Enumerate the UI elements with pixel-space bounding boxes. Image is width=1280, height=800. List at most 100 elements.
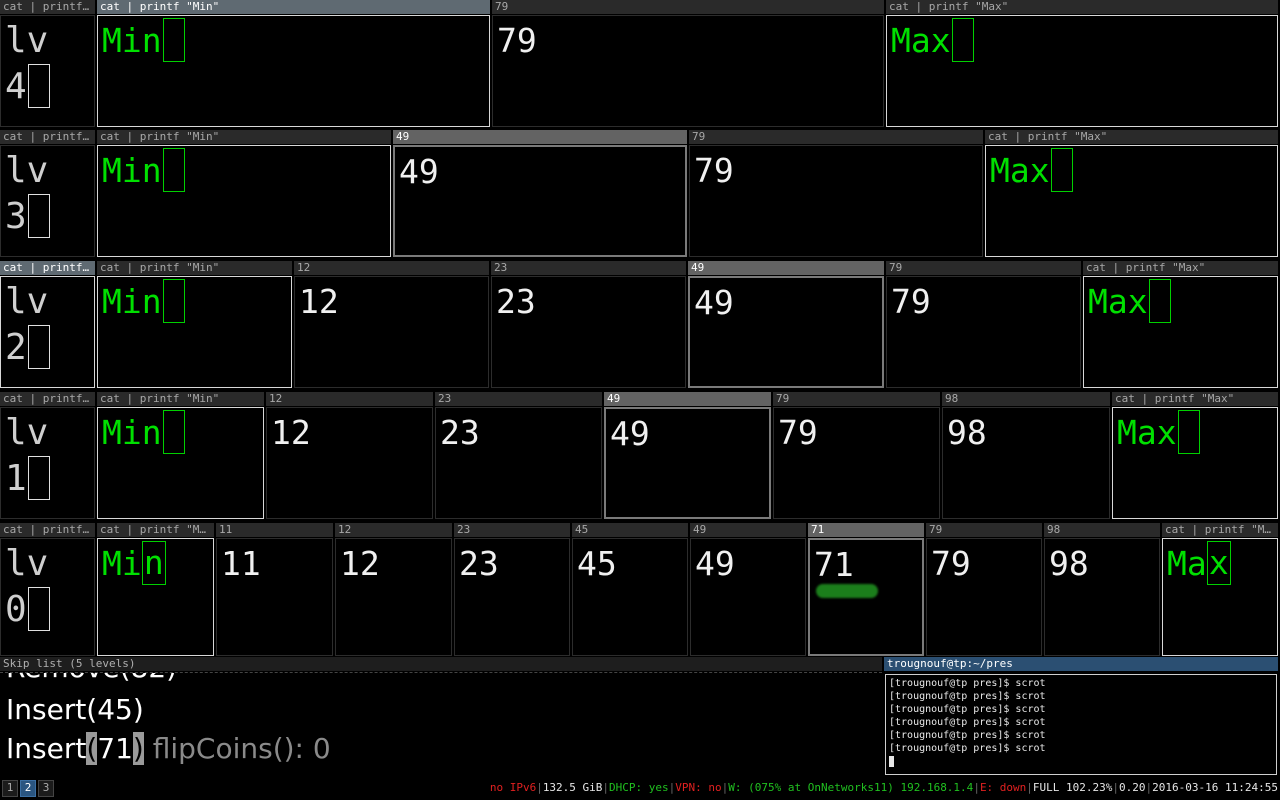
cursor-box [1050,148,1073,192]
window-title: cat | printf "Max" [1083,261,1278,275]
window-title: cat | printf "M… [97,523,214,537]
node-value: 23 [440,413,480,452]
window-body: Min [97,15,490,127]
window-title: 12 [266,392,433,406]
node-window[interactable]: 71 71 [808,523,924,656]
node-window[interactable]: cat | printf "M… Min [97,523,214,656]
status-separator: | [1026,781,1033,794]
workspace-button[interactable]: 3 [38,780,54,797]
node-value: 98 [1049,544,1089,583]
node-value: 23 [459,544,499,583]
node-value: 11 [221,544,261,583]
window-body: 23 [454,538,570,656]
window-title: 49 [393,130,687,144]
node-window[interactable]: cat | printf "M… Max [1162,523,1278,656]
window-body: 98 [942,407,1110,519]
window-body: 45 [572,538,688,656]
terminal-body[interactable]: [trougnouf@tp pres]$ scrot [trougnouf@tp … [885,674,1277,775]
window-body: 12 [266,407,433,519]
node-window[interactable]: 49 49 [604,392,771,519]
node-window[interactable]: 49 49 [690,523,806,656]
node-window[interactable]: 79 79 [886,261,1081,388]
sentinel-value: Max [891,18,974,64]
cursor-box [162,18,185,62]
terminal-cursor [889,755,894,767]
sentinel-value: Max [1088,279,1171,325]
node-window[interactable]: 12 12 [335,523,452,656]
node-window[interactable]: 49 49 [393,130,687,257]
window-body: Max [1112,407,1278,519]
window-title: 49 [690,523,806,537]
window-body: 79 [689,145,983,257]
status-separator: | [536,781,543,794]
node-window[interactable]: 45 45 [572,523,688,656]
node-window[interactable]: 23 23 [435,392,602,519]
workspace-button[interactable]: 1 [2,780,18,797]
node-window[interactable]: cat | printf "Min" Min [97,392,264,519]
status-item: W: (075% at OnNetworks11) 192.168.1.4 [728,781,974,794]
node-window[interactable]: 98 98 [942,392,1110,519]
node-value: 12 [299,282,339,321]
node-value: 49 [399,152,439,191]
status-item: no IPv6 [489,781,537,794]
sentinel-value: Max [1167,541,1231,587]
level-label-window[interactable]: cat | printf… lv 1 [0,392,95,519]
level-label-window[interactable]: cat | printf… lv 4 [0,0,95,127]
sentinel-value: Min [102,279,185,325]
node-window[interactable]: 12 12 [266,392,433,519]
node-window[interactable]: cat | printf "Min" Min [97,261,292,388]
terminal-line: [trougnouf@tp pres]$ scrot [889,730,1046,741]
window-body: Max [1162,538,1278,656]
command-hint: flipCoins(): 0 [143,732,331,765]
terminal-window[interactable]: trougnouf@tp:~/pres [trougnouf@tp pres]$… [884,657,1278,777]
window-body: 71 [808,538,924,656]
node-window[interactable]: 98 98 [1044,523,1160,656]
node-value: 98 [947,413,987,452]
level-number: 2 [5,325,50,371]
level-number: 3 [5,194,50,240]
window-title: cat | printf "M… [1162,523,1278,537]
window-title: cat | printf "Min" [97,392,264,406]
node-window[interactable]: cat | printf "Min" Min [97,130,391,257]
command-line: Insert(45) [6,693,144,726]
skiplist-command-window[interactable]: Skip list (5 levels) Remove(82) Insert(4… [0,657,882,777]
window-title: cat | printf… [0,0,95,14]
cursor-box: x [1206,541,1231,585]
command-current[interactable]: Insert(71) flipCoins(): 0 [6,732,331,765]
node-value: 49 [695,544,735,583]
window-title: cat | printf "Min" [97,130,391,144]
workspace-button[interactable]: 2 [20,780,36,797]
cursor-box [1177,410,1200,454]
node-window[interactable]: 79 79 [492,0,884,127]
level-label-window[interactable]: cat | printf… lv 2 [0,261,95,388]
window-title: 23 [491,261,686,275]
window-title: 12 [335,523,452,537]
terminal-line: [trougnouf@tp pres]$ scrot [889,691,1046,702]
level-label: lv [5,543,49,584]
node-window[interactable]: 23 23 [454,523,570,656]
window-title: 79 [689,130,983,144]
level-label-window[interactable]: cat | printf… lv 3 [0,130,95,257]
node-window[interactable]: cat | printf "Max" Max [1083,261,1278,388]
window-body: 11 [216,538,333,656]
sentinel-value: Min [102,18,185,64]
node-window[interactable]: cat | printf "Max" Max [985,130,1278,257]
node-window[interactable]: 12 12 [294,261,489,388]
status-items: no IPv6|132.5 GiB|DHCP: yes|VPN: no|W: (… [490,778,1278,798]
level-label-window[interactable]: cat | printf… lv 0 [0,523,95,656]
node-window[interactable]: 23 23 [491,261,686,388]
window-title: 23 [435,392,602,406]
node-window[interactable]: cat | printf "Max" Max [886,0,1278,127]
node-window[interactable]: 79 79 [689,130,983,257]
node-window[interactable]: 79 79 [773,392,940,519]
cursor-box: n [141,541,166,585]
window-title: 45 [572,523,688,537]
node-window[interactable]: cat | printf "Min" Min [97,0,490,127]
node-value: 79 [497,21,537,60]
node-window[interactable]: 11 11 [216,523,333,656]
node-window[interactable]: 49 49 [688,261,884,388]
node-value: 79 [931,544,971,583]
node-window[interactable]: 79 79 [926,523,1042,656]
terminal-line: [trougnouf@tp pres]$ scrot [889,717,1046,728]
node-window[interactable]: cat | printf "Max" Max [1112,392,1278,519]
